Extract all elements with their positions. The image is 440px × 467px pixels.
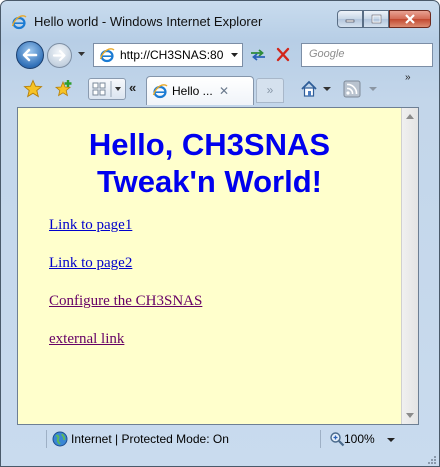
link-page1[interactable]: Link to page1 — [49, 216, 202, 234]
scroll-down-arrow-icon[interactable] — [406, 413, 414, 418]
link-page2[interactable]: Link to page2 — [49, 254, 202, 272]
content-viewport: Hello, CH3SNAS Tweak'n World! Link to pa… — [17, 107, 419, 425]
feeds-dropdown-icon[interactable] — [369, 85, 377, 93]
link-configure-ch3snas[interactable]: Configure the CH3SNAS — [49, 292, 202, 310]
toolbar-overflow-chevron[interactable]: » — [405, 72, 411, 83]
vertical-scrollbar[interactable] — [401, 108, 418, 424]
tab-list-chevron[interactable]: « — [129, 80, 136, 95]
search-placeholder[interactable]: Google — [309, 48, 344, 60]
search-box[interactable]: Google — [301, 43, 433, 67]
heading-line-1: Hello, CH3SNAS — [88, 127, 331, 162]
quick-tabs-button[interactable] — [88, 78, 126, 100]
link-external[interactable]: external link — [49, 330, 202, 348]
internet-explorer-icon — [11, 15, 27, 30]
quick-tabs-icon — [92, 81, 121, 97]
refresh-icon[interactable] — [247, 45, 269, 65]
add-to-favorites-icon[interactable] — [54, 79, 74, 99]
window-title: Hello world - Windows Internet Explorer — [34, 14, 263, 29]
page-ie-icon — [99, 48, 115, 63]
status-divider — [46, 430, 47, 448]
maximize-button[interactable] — [363, 10, 389, 28]
recent-pages-dropdown-icon[interactable] — [77, 49, 86, 59]
minimize-button[interactable] — [337, 10, 363, 28]
forward-button[interactable] — [47, 43, 72, 68]
stop-icon[interactable] — [272, 45, 294, 65]
link-list: Link to page1 Link to page2 Configure th… — [49, 216, 202, 368]
home-dropdown-icon[interactable] — [323, 85, 331, 93]
back-button[interactable] — [16, 41, 44, 69]
tab-ie-icon — [152, 84, 168, 99]
favorites-star-icon[interactable] — [23, 79, 43, 99]
close-window-button[interactable] — [389, 10, 431, 28]
tab-close-icon[interactable]: ✕ — [219, 84, 229, 98]
address-dropdown-icon[interactable] — [230, 51, 239, 59]
resize-grip-icon[interactable] — [425, 453, 437, 465]
tab-hello-world[interactable]: Hello ... ✕ — [146, 76, 254, 105]
page-heading: Hello, CH3SNAS Tweak'n World! — [18, 126, 401, 200]
back-arrow-icon — [22, 48, 38, 62]
web-page: Hello, CH3SNAS Tweak'n World! Link to pa… — [18, 108, 401, 424]
status-divider — [320, 430, 321, 448]
zoom-level[interactable]: 100% — [344, 432, 375, 446]
maximize-icon — [371, 14, 381, 24]
address-url[interactable]: http://CH3SNAS:80 — [120, 48, 223, 62]
new-tab-button[interactable]: » — [256, 78, 284, 103]
caption-buttons — [337, 10, 431, 28]
heading-line-2: Tweak'n World! — [97, 164, 322, 199]
home-icon[interactable] — [299, 79, 319, 99]
scroll-up-arrow-icon[interactable] — [406, 114, 414, 119]
zoom-magnifier-icon[interactable] — [329, 431, 345, 447]
address-bar[interactable]: http://CH3SNAS:80 — [93, 43, 243, 67]
security-zone-text[interactable]: Internet | Protected Mode: On — [71, 432, 229, 446]
minimize-icon — [345, 19, 355, 23]
zoom-dropdown-icon[interactable] — [387, 437, 395, 443]
forward-arrow-icon — [52, 49, 66, 62]
internet-zone-globe-icon[interactable] — [52, 431, 68, 447]
browser-window: Hello world - Windows Internet Explorer … — [0, 0, 440, 467]
tab-label: Hello ... — [172, 84, 213, 98]
feeds-icon[interactable] — [343, 80, 361, 98]
close-icon — [405, 14, 415, 24]
